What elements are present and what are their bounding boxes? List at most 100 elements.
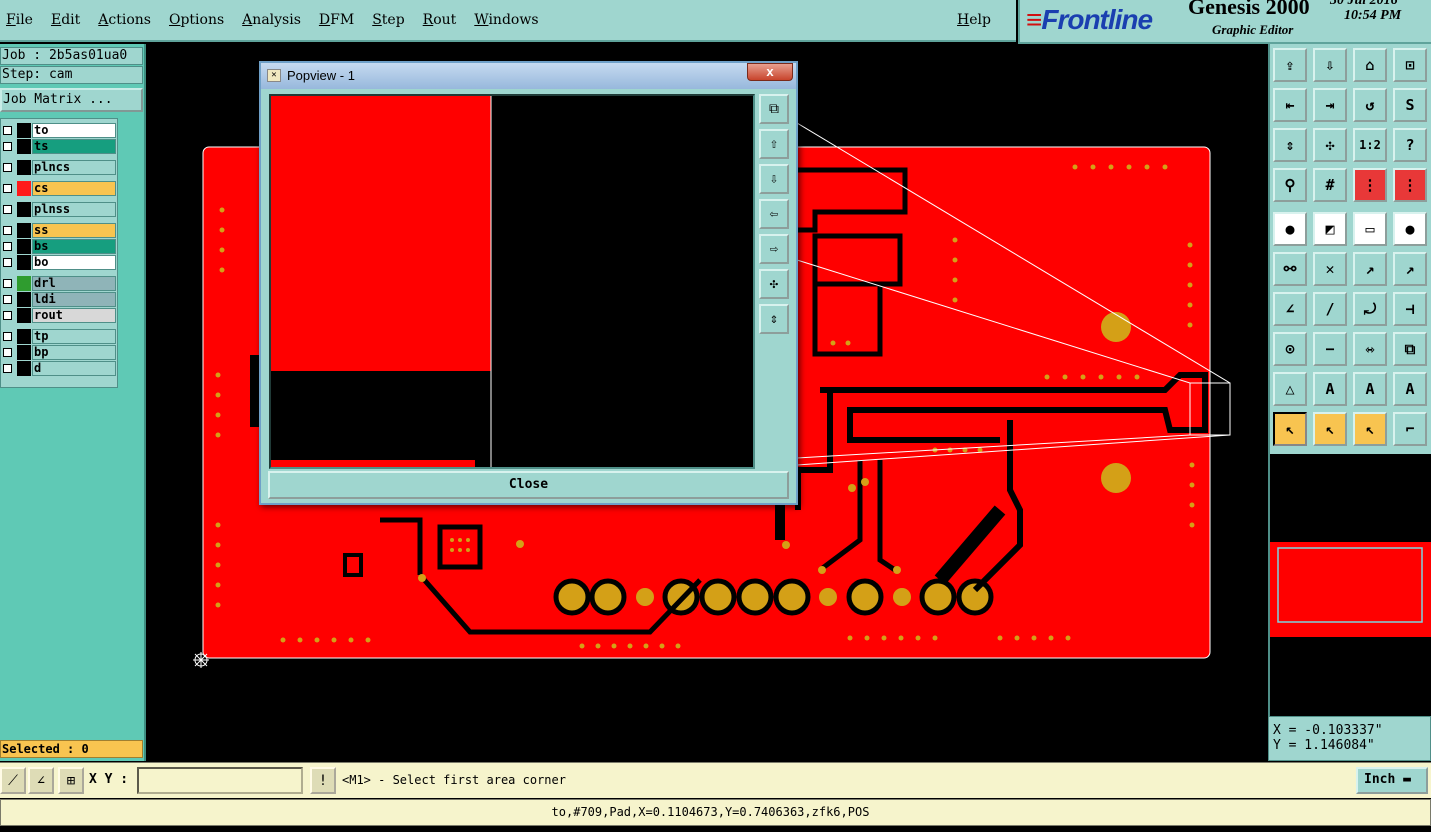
layer-checkbox[interactable] — [3, 205, 12, 214]
menu-step[interactable]: Step — [363, 12, 413, 28]
layer-checkbox[interactable] — [3, 226, 12, 235]
layer-name[interactable]: plnss — [32, 202, 116, 217]
menu-rout[interactable]: Rout — [414, 12, 466, 28]
scale-1-2-icon[interactable]: 1:2 — [1353, 128, 1387, 162]
layer-checkbox[interactable] — [3, 332, 12, 341]
alert-icon[interactable]: ! — [310, 767, 336, 794]
move-icon[interactable]: ⇿ — [1353, 332, 1387, 366]
layer-checkbox[interactable] — [3, 258, 12, 267]
layer-checkbox[interactable] — [3, 142, 12, 151]
menu-help[interactable]: Help — [948, 12, 1000, 28]
menu-options[interactable]: Options — [160, 12, 233, 28]
ruler-icon[interactable]: ▭ — [1353, 212, 1387, 246]
pan-right-icon[interactable]: ⇥ — [1313, 88, 1347, 122]
layer-name[interactable]: ts — [32, 139, 116, 154]
popview-pan-left-icon[interactable]: ⇦ — [759, 199, 789, 229]
layer-color-swatch[interactable] — [17, 329, 31, 344]
measure-icon[interactable]: ⚲ — [1273, 168, 1307, 202]
layer-color-swatch[interactable] — [17, 345, 31, 360]
snap-angle-icon[interactable]: ∠ — [28, 767, 54, 794]
snap-grid-icon[interactable]: ⊞ — [58, 767, 84, 794]
xy-input[interactable] — [137, 767, 303, 794]
grid-icon[interactable]: # — [1313, 168, 1347, 202]
layer-color-swatch[interactable] — [17, 239, 31, 254]
layer-row-to[interactable]: to — [1, 123, 117, 138]
cross-icon[interactable]: ✕ — [1313, 252, 1347, 286]
fit-vertical-icon[interactable]: ⇕ — [1273, 128, 1307, 162]
layer-name[interactable]: ss — [32, 223, 116, 238]
pan-s-icon[interactable]: S — [1393, 88, 1427, 122]
home-icon[interactable]: ⌂ — [1353, 48, 1387, 82]
layer-row-cs[interactable]: cs — [1, 181, 117, 196]
layer-color-swatch[interactable] — [17, 223, 31, 238]
zoom-box-icon[interactable]: ⊡ — [1393, 48, 1427, 82]
pan-left-icon[interactable]: ⇤ — [1273, 88, 1307, 122]
draw-line-icon[interactable]: ∠ — [1273, 292, 1307, 326]
layer-row-bs[interactable]: bs — [1, 239, 117, 254]
layer-checkbox[interactable] — [3, 163, 12, 172]
layer-color-swatch[interactable] — [17, 308, 31, 323]
menu-windows[interactable]: Windows — [465, 12, 547, 28]
arc-ccw-icon[interactable]: ↗ — [1393, 252, 1427, 286]
layer-row-plncs[interactable]: plncs — [1, 160, 117, 175]
circle-icon[interactable]: ● — [1393, 212, 1427, 246]
popview-close-button[interactable]: Close — [268, 471, 789, 499]
tri-c-icon[interactable]: A — [1393, 372, 1427, 406]
layer-row-ts[interactable]: ts — [1, 139, 117, 154]
select-alt-icon[interactable]: ↖ — [1353, 412, 1387, 446]
layer-row-tp[interactable]: tp — [1, 329, 117, 344]
tri-a-icon[interactable]: A — [1313, 372, 1347, 406]
layer-row-ss[interactable]: ss — [1, 223, 117, 238]
layer-row-drl[interactable]: drl — [1, 276, 117, 291]
copy-icon[interactable]: ⧉ — [1393, 332, 1427, 366]
snap-pad-icon[interactable]: ⋮ — [1393, 168, 1427, 202]
menu-dfm[interactable]: DFM — [310, 12, 363, 28]
minus-icon[interactable]: − — [1313, 332, 1347, 366]
redraw-icon[interactable]: ↺ — [1353, 88, 1387, 122]
layer-checkbox[interactable] — [3, 295, 12, 304]
slash-icon[interactable]: / — [1313, 292, 1347, 326]
triangle-icon[interactable]: △ — [1273, 372, 1307, 406]
menu-actions[interactable]: Actions — [89, 12, 160, 28]
layer-name[interactable]: drl — [32, 276, 116, 291]
pad-icon[interactable]: ● — [1273, 212, 1307, 246]
layer-color-swatch[interactable] — [17, 361, 31, 376]
popview-zoom-in-icon[interactable]: ⧉ — [759, 94, 789, 124]
window-close-button[interactable]: x — [747, 63, 793, 81]
layer-checkbox[interactable] — [3, 242, 12, 251]
layer-row-rout[interactable]: rout — [1, 308, 117, 323]
layer-name[interactable]: bs — [32, 239, 116, 254]
layer-checkbox[interactable] — [3, 126, 12, 135]
layer-color-swatch[interactable] — [17, 181, 31, 196]
snap-off-icon[interactable]: ⟋ — [0, 767, 26, 794]
layer-name[interactable]: d — [32, 361, 116, 376]
menu-analysis[interactable]: Analysis — [233, 12, 310, 28]
arc-cw-icon[interactable]: ↗ — [1353, 252, 1387, 286]
layer-name[interactable]: to — [32, 123, 116, 138]
layer-color-swatch[interactable] — [17, 160, 31, 175]
zoom-back-icon[interactable]: ⇩ — [1313, 48, 1347, 82]
popview-canvas[interactable] — [269, 94, 755, 469]
layer-name[interactable]: tp — [32, 329, 116, 344]
zoom-home-icon[interactable]: ⇪ — [1273, 48, 1307, 82]
menu-edit[interactable]: Edit — [42, 12, 89, 28]
select-pad-icon[interactable]: ⊙ — [1273, 332, 1307, 366]
layer-name[interactable]: rout — [32, 308, 116, 323]
layer-name[interactable]: plncs — [32, 160, 116, 175]
layer-checkbox[interactable] — [3, 348, 12, 357]
layer-checkbox[interactable] — [3, 184, 12, 193]
layer-row-bo[interactable]: bo — [1, 255, 117, 270]
popview-fit-vertical-icon[interactable]: ⇕ — [759, 304, 789, 334]
overview-map[interactable] — [1268, 454, 1431, 716]
mirror-icon[interactable]: ⊣ — [1393, 292, 1427, 326]
menu-file[interactable]: File — [0, 12, 42, 28]
popview-titlebar[interactable]: ✕ Popview - 1 x — [261, 63, 796, 89]
layer-name[interactable]: ldi — [32, 292, 116, 307]
layer-color-swatch[interactable] — [17, 292, 31, 307]
help-icon[interactable]: ? — [1393, 128, 1427, 162]
pointer-icon[interactable]: ↖ — [1273, 412, 1307, 446]
layer-checkbox[interactable] — [3, 279, 12, 288]
layer-color-swatch[interactable] — [17, 139, 31, 154]
layer-color-swatch[interactable] — [17, 255, 31, 270]
layer-row-bp[interactable]: bp — [1, 345, 117, 360]
